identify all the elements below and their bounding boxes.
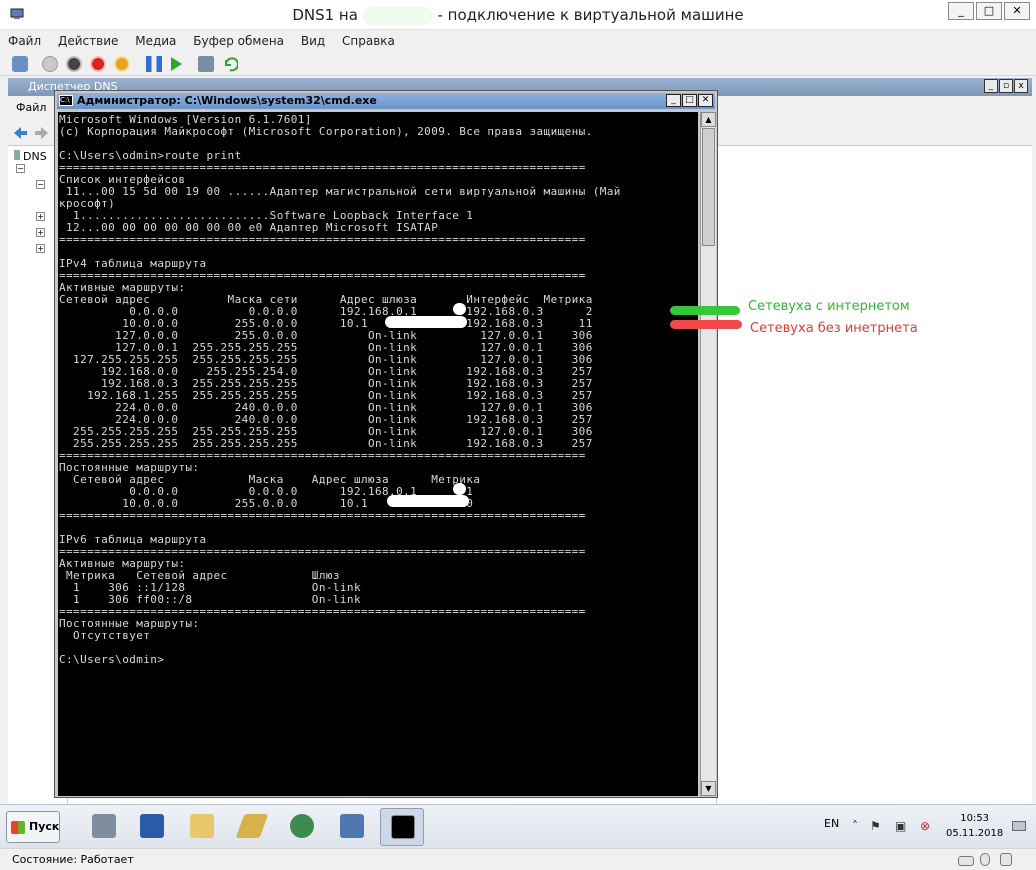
keyboard-icon [958,856,974,866]
start-icon[interactable] [42,56,58,72]
menu-help[interactable]: Справка [334,30,400,48]
cmd-maximize-button[interactable]: □ [682,94,697,107]
resume-icon[interactable] [168,56,184,72]
network-error-icon[interactable]: ⊗ [920,819,930,833]
taskbar-folder-tools[interactable] [230,808,274,846]
tree-expand-button[interactable]: + [36,244,45,253]
tree-expand-button[interactable]: + [36,228,45,237]
maximize-button[interactable]: □ [976,2,1002,20]
dns-details-pane [716,146,1032,806]
folder-tools-icon [235,814,269,838]
scroll-thumb[interactable] [702,128,715,246]
redaction-mark [453,303,466,315]
annotation-with-internet: Сетевуха с интернетом [748,299,910,314]
menu-clipboard[interactable]: Буфер обмена [185,30,289,48]
console-text: Microsoft Windows [Version 6.1.7601] (c)… [59,113,621,666]
tree-expand-button[interactable]: − [16,164,25,173]
tree-expand-button[interactable]: − [36,180,45,189]
hyper-v-icon [340,814,364,838]
lock-icon [1000,853,1012,866]
server-manager-icon [92,814,116,838]
forward-arrow-icon[interactable] [34,125,50,141]
clock-time: 10:53 [960,813,990,824]
network-icon [290,814,314,838]
taskbar-explorer[interactable] [180,808,224,846]
cmd-close-button[interactable]: ✕ [698,94,713,107]
close-button[interactable]: ✕ [1004,2,1030,20]
taskbar-server-manager[interactable] [82,808,126,846]
show-desktop-button[interactable] [1012,821,1026,831]
minimize-button[interactable]: _ [948,2,974,20]
cmd-icon [391,815,415,839]
clock-date: 05.11.2018 [946,828,1004,839]
dns-close-button[interactable]: x [1014,79,1028,93]
language-indicator[interactable]: EN [824,817,839,830]
cmd-icon: C:\ [59,95,73,106]
dns-menu-file[interactable]: Файл [16,101,46,114]
explorer-icon [190,814,214,838]
vm-title-bar: DNS1 на - подключение к виртуальной маши… [0,0,1036,30]
toolbar [0,52,1036,76]
menu-media[interactable]: Медиа [127,30,181,48]
shut-down-icon[interactable] [90,56,106,72]
window-title: DNS1 на - подключение к виртуальной маши… [0,6,1036,25]
scroll-down-arrow-icon[interactable]: ▼ [701,781,716,796]
ctrl-alt-del-icon[interactable] [12,56,28,72]
annotation-without-internet: Сетевуха без инетрнета [750,321,918,336]
tree-expand-button[interactable]: + [36,212,45,221]
dns-restore-button[interactable]: ▫ [999,79,1013,93]
save-state-icon[interactable] [114,56,130,72]
taskbar-powershell[interactable] [130,808,174,846]
redaction-mark [453,483,466,495]
cmd-title: Администратор: C:\Windows\system32\cmd.e… [77,94,377,107]
turn-off-icon[interactable] [66,56,82,72]
clock[interactable]: 10:53 05.11.2018 [946,811,1003,841]
revert-icon[interactable] [222,56,239,72]
taskbar-network[interactable] [280,808,324,846]
red-highlight-mark [670,320,742,329]
title-suffix: - подключение к виртуальной машине [437,6,744,24]
taskbar: Пуск EN ˄ ⚑ ▣ ⊗ 10:53 05.11.2018 [0,804,1036,848]
cmd-window: C:\ Администратор: C:\Windows\system32\c… [54,90,718,798]
redacted-host [362,6,433,25]
menu-view[interactable]: Вид [293,30,330,48]
status-bar: Состояние: Работает [0,848,1036,870]
windows-flag-icon [11,821,25,834]
guest-desktop: Диспетчер DNS _ ▫ x Файл DNS − − + + + C… [8,78,1032,846]
redaction-mark [387,495,469,507]
console-output[interactable]: Microsoft Windows [Version 6.1.7601] (c)… [58,112,698,796]
snapshot-icon[interactable] [198,56,214,72]
redaction-mark [385,316,467,328]
tree-root[interactable]: DNS [14,150,47,163]
cmd-minimize-button[interactable]: _ [666,94,681,107]
taskbar-hyper-v[interactable] [330,808,374,846]
action-center-flag-icon[interactable]: ⚑ [870,819,881,833]
pause-icon[interactable] [146,56,162,72]
scroll-up-arrow-icon[interactable]: ▲ [701,112,716,127]
green-highlight-mark [670,306,740,315]
start-button[interactable]: Пуск [6,811,60,843]
dns-minimize-button[interactable]: _ [984,79,998,93]
menu-action[interactable]: Действие [50,30,123,48]
powershell-icon [140,814,164,838]
cmd-title-bar: C:\ Администратор: C:\Windows\system32\c… [57,93,715,109]
taskbar-cmd[interactable] [380,808,424,846]
status-text: Состояние: Работает [12,853,134,866]
mouse-icon [980,853,990,866]
menu-bar: Файл Действие Медиа Буфер обмена Вид Спр… [0,30,1036,52]
cmd-scrollbar[interactable]: ▲ ▼ [700,112,716,796]
back-arrow-icon[interactable] [12,125,28,141]
show-hidden-icons-icon[interactable]: ˄ [852,819,858,833]
title-prefix: DNS1 на [292,6,358,24]
computer-tray-icon[interactable]: ▣ [895,819,906,833]
menu-file[interactable]: Файл [0,30,46,48]
